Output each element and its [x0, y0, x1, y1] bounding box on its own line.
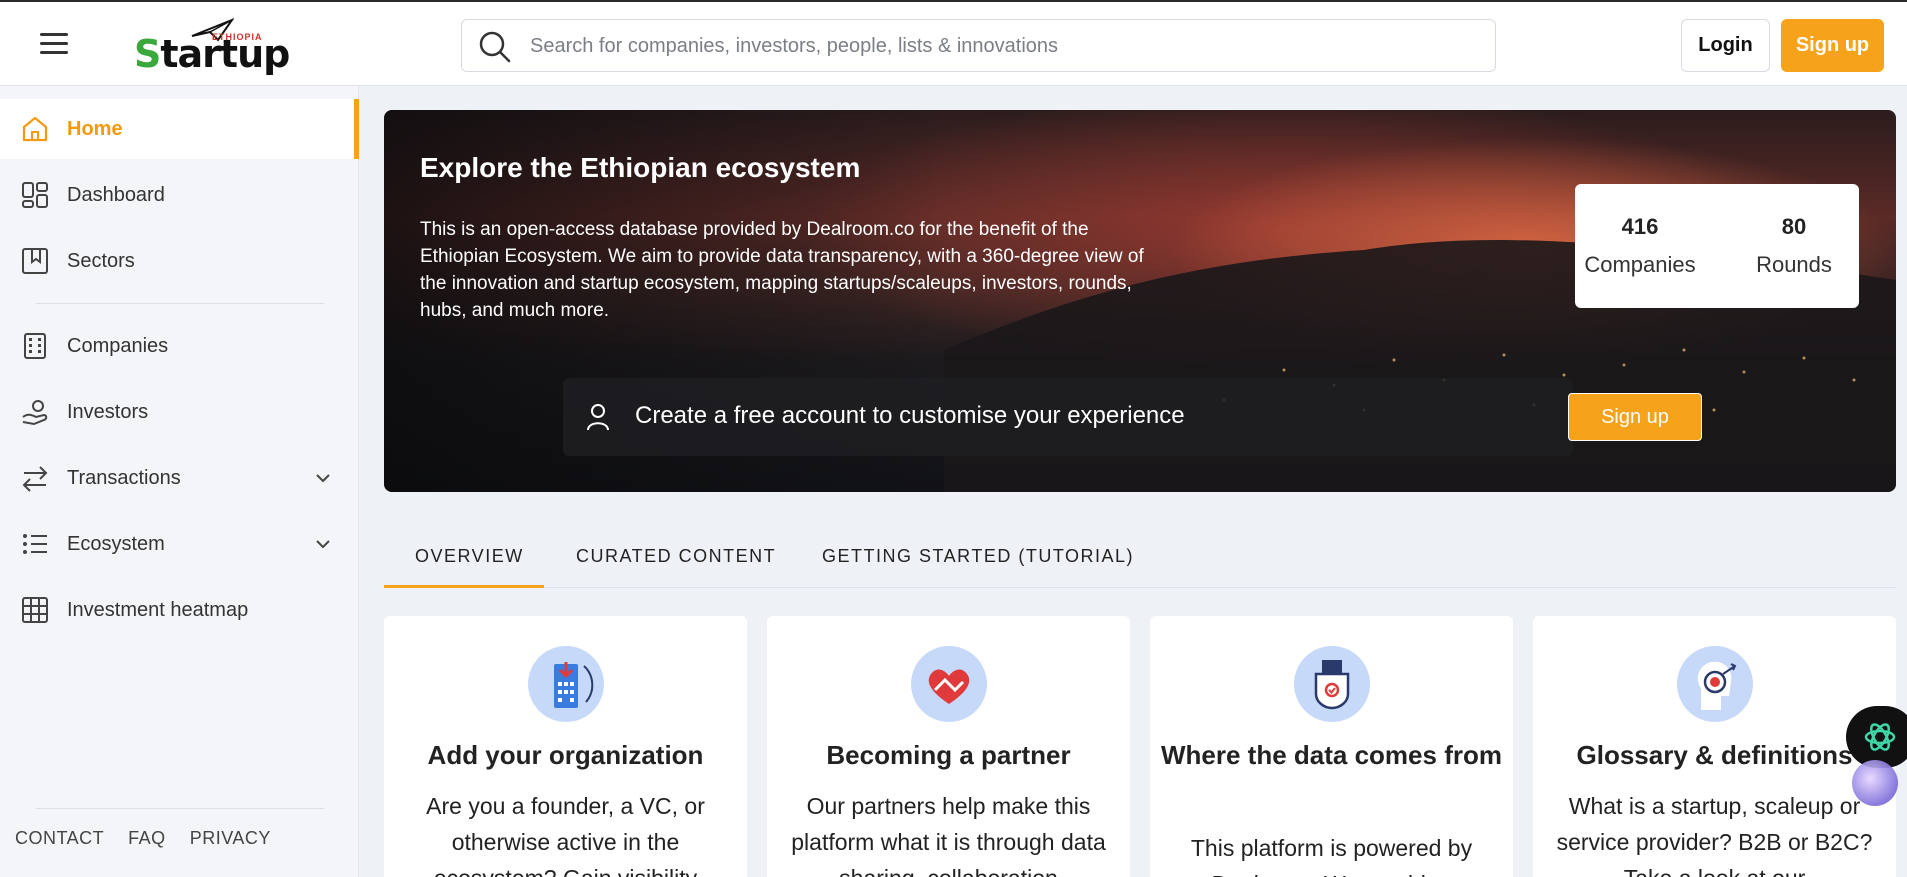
stat-companies[interactable]: 416 Companies — [1580, 214, 1700, 278]
stat-value: 416 — [1621, 214, 1659, 239]
card-title: Add your organization — [427, 740, 704, 770]
logo-letter-s: S — [134, 32, 161, 76]
contact-link[interactable]: CONTACT — [15, 828, 104, 849]
card-body: Are you a founder, a VC, or otherwise ac… — [426, 793, 705, 877]
privacy-link[interactable]: PRIVACY — [190, 828, 271, 849]
sidebar-item-label: Dashboard — [67, 183, 165, 206]
handshake-icon — [911, 646, 987, 722]
investors-icon — [22, 400, 48, 426]
tab-getting-started[interactable]: GETTING STARTED (TUTORIAL) — [822, 546, 1134, 567]
sidebar-item-label: Transactions — [67, 466, 181, 489]
ai-assistant-button[interactable] — [1846, 706, 1907, 768]
sidebar-divider — [36, 808, 324, 809]
stat-label: Rounds — [1756, 252, 1832, 277]
sidebar: Home Dashboard Sectors Companies Investo… — [0, 86, 359, 877]
search-bar[interactable] — [461, 19, 1496, 72]
search-input[interactable] — [530, 30, 1470, 62]
assistant-orb-icon[interactable] — [1852, 760, 1898, 806]
stat-value: 80 — [1781, 214, 1807, 239]
stat-rounds[interactable]: 80 Rounds — [1734, 214, 1854, 278]
faq-link[interactable]: FAQ — [128, 828, 166, 849]
sectors-icon — [22, 248, 48, 274]
sidebar-item-label: Sectors — [67, 249, 135, 272]
logo[interactable]: ETHIOPIA Startup — [130, 18, 290, 76]
sidebar-item-transactions[interactable]: Transactions — [0, 448, 359, 508]
sidebar-item-investors[interactable]: Investors — [0, 382, 359, 442]
sidebar-item-home[interactable]: Home — [0, 99, 359, 159]
transactions-icon — [22, 466, 48, 492]
user-icon — [587, 404, 609, 431]
signup-button[interactable]: Sign up — [1781, 19, 1884, 72]
login-button[interactable]: Login — [1681, 19, 1770, 72]
card-body: This platform is powered by Dealroom. We… — [1190, 835, 1473, 877]
card-glossary[interactable]: Glossary & definitions What is a startup… — [1533, 616, 1896, 877]
active-tab-indicator — [384, 585, 544, 588]
tab-curated-content[interactable]: CURATED CONTENT — [576, 546, 776, 567]
sidebar-item-dashboard[interactable]: Dashboard — [0, 165, 359, 225]
data-source-icon — [1294, 646, 1370, 722]
card-body: Our partners help make this platform wha… — [791, 793, 1106, 877]
hero-description: This is an open-access database provided… — [420, 219, 1144, 321]
list-icon — [23, 534, 47, 554]
organization-icon — [528, 646, 604, 722]
tab-overview[interactable]: OVERVIEW — [415, 546, 524, 567]
search-icon — [479, 31, 511, 63]
building-icon — [24, 333, 46, 359]
dashboard-icon — [22, 182, 48, 208]
card-add-organization[interactable]: Add your organization Are you a founder,… — [384, 616, 747, 877]
card-data-source[interactable]: Where the data comes from This platform … — [1150, 616, 1513, 877]
card-becoming-partner[interactable]: Becoming a partner Our partners help mak… — [767, 616, 1130, 877]
logo-text: Startup — [134, 32, 290, 76]
sidebar-item-investment-heatmap[interactable]: Investment heatmap — [0, 580, 359, 640]
stats-box: 416 Companies 80 Rounds — [1575, 184, 1859, 308]
content-tabs: OVERVIEW CURATED CONTENT GETTING STARTED… — [384, 536, 1896, 588]
home-icon — [22, 116, 48, 142]
sidebar-item-label: Companies — [67, 334, 169, 357]
card-title: Becoming a partner — [826, 740, 1071, 770]
sidebar-divider — [36, 303, 324, 304]
card-title: Where the data comes from — [1161, 740, 1502, 770]
signup-cta: Create a free account to customise your … — [563, 378, 1573, 456]
stat-label: Companies — [1584, 252, 1696, 277]
top-bar: ETHIOPIA Startup Login Sign up — [0, 0, 1907, 86]
hero-title: Explore the Ethiopian ecosystem — [420, 152, 861, 183]
sidebar-item-companies[interactable]: Companies — [0, 316, 359, 376]
sidebar-item-label: Investors — [67, 400, 149, 423]
grid-icon — [22, 597, 48, 623]
chevron-down-icon[interactable] — [312, 533, 334, 555]
sidebar-item-ecosystem[interactable]: Ecosystem — [0, 514, 359, 574]
cta-signup-button[interactable]: Sign up — [1568, 393, 1702, 441]
chevron-down-icon[interactable] — [312, 467, 334, 489]
glossary-icon — [1677, 646, 1753, 722]
sidebar-item-sectors[interactable]: Sectors — [0, 231, 359, 291]
cta-text: Create a free account to customise your … — [635, 402, 1185, 429]
card-body: What is a startup, scaleup or service pr… — [1556, 793, 1873, 877]
sidebar-item-label: Home — [67, 117, 123, 140]
sidebar-item-label: Investment heatmap — [67, 598, 249, 621]
menu-icon[interactable] — [40, 33, 68, 55]
card-title: Glossary & definitions — [1576, 740, 1853, 770]
sidebar-footer: CONTACT FAQ PRIVACY — [15, 828, 271, 849]
sidebar-item-label: Ecosystem — [67, 532, 165, 555]
openai-icon — [1864, 723, 1896, 751]
logo-text-rest: tartup — [160, 32, 290, 76]
